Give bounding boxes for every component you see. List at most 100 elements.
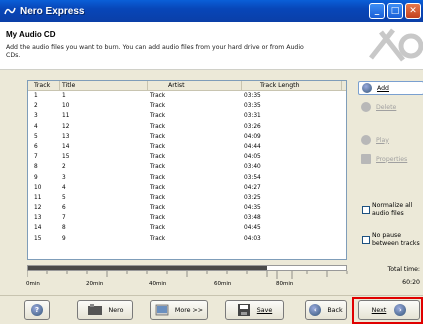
back-button[interactable]: ‹ Back xyxy=(305,300,347,320)
page-header: My Audio CD Add the audio files you want… xyxy=(0,22,423,70)
back-label: Back xyxy=(327,306,343,314)
cell-title: 9 xyxy=(62,235,66,242)
cell-artist: Track xyxy=(150,205,166,212)
cell-length: 03:25 xyxy=(244,194,261,201)
table-row[interactable]: 11 5 Track 03:25 xyxy=(28,193,346,203)
table-row[interactable]: 6 14 Track 04:44 xyxy=(28,142,346,152)
delete-icon xyxy=(361,102,371,112)
cell-title: 10 xyxy=(62,103,70,110)
help-icon: ? xyxy=(31,304,43,316)
cell-length: 04:09 xyxy=(244,133,261,140)
no-pause-checkbox[interactable]: No pause between tracks xyxy=(362,232,423,247)
column-track[interactable]: Track xyxy=(28,81,60,90)
cell-artist: Track xyxy=(150,154,166,161)
cell-artist: Track xyxy=(150,123,166,130)
cell-length: 03:40 xyxy=(244,164,261,171)
cell-track: 15 xyxy=(34,235,42,242)
cell-length: 04:03 xyxy=(244,235,261,242)
cell-length: 04:05 xyxy=(244,154,261,161)
cell-artist: Track xyxy=(150,215,166,222)
minimize-button[interactable]: _ xyxy=(369,3,385,19)
nero-logo-icon xyxy=(369,28,423,62)
cell-artist: Track xyxy=(150,194,166,201)
cell-artist: Track xyxy=(150,225,166,232)
cell-artist: Track xyxy=(150,174,166,181)
cell-track: 7 xyxy=(34,154,38,161)
more-button[interactable]: More >> xyxy=(150,300,208,320)
capacity-fill xyxy=(28,266,267,270)
track-list[interactable]: Track Title Artist Track Length 1 1 Track 0… xyxy=(27,80,347,260)
table-row[interactable]: 15 9 Track 04:03 xyxy=(28,234,346,244)
save-label: Save xyxy=(256,306,273,314)
nero-button[interactable]: Nero xyxy=(77,300,133,320)
cell-title: 3 xyxy=(62,174,66,181)
side-button-panel: Add Delete Play Properties xyxy=(358,81,423,171)
cell-title: 13 xyxy=(62,133,70,140)
cell-length: 03:26 xyxy=(244,123,261,130)
timeline-label-20: 20min xyxy=(86,281,104,287)
table-row[interactable]: 1 1 Track 03:35 xyxy=(28,91,346,101)
cell-track: 6 xyxy=(34,143,38,150)
no-pause-checkbox-box[interactable] xyxy=(362,236,370,244)
cell-track: 13 xyxy=(34,215,42,222)
add-button[interactable]: Add xyxy=(358,81,423,95)
column-artist[interactable]: Artist xyxy=(148,81,242,90)
table-row[interactable]: 14 8 Track 04:45 xyxy=(28,223,346,233)
normalize-label: Normalize all audio files xyxy=(372,202,413,217)
table-row[interactable]: 4 12 Track 03:26 xyxy=(28,122,346,132)
track-list-header: Track Title Artist Track Length xyxy=(28,81,346,91)
cell-length: 03:31 xyxy=(244,113,261,120)
cell-title: 2 xyxy=(62,164,66,171)
table-row[interactable]: 12 6 Track 04:35 xyxy=(28,203,346,213)
more-icon xyxy=(155,304,169,316)
help-button[interactable]: ? xyxy=(24,300,50,320)
column-title[interactable]: Title xyxy=(60,81,148,90)
table-row[interactable]: 5 13 Track 04:09 xyxy=(28,132,346,142)
nero-icon xyxy=(87,304,102,315)
cell-artist: Track xyxy=(150,143,166,150)
table-row[interactable]: 9 3 Track 03:54 xyxy=(28,173,346,183)
close-button[interactable]: ✕ xyxy=(405,3,421,19)
cell-artist: Track xyxy=(150,103,166,110)
save-button[interactable]: Save xyxy=(225,300,284,320)
cell-track: 9 xyxy=(34,174,38,181)
window-title: Nero Express xyxy=(20,5,85,17)
table-row[interactable]: 8 2 Track 03:40 xyxy=(28,162,346,172)
table-row[interactable]: 3 11 Track 03:31 xyxy=(28,111,346,121)
next-button-highlight xyxy=(352,297,423,324)
cell-length: 03:35 xyxy=(244,93,261,99)
table-row[interactable]: 7 15 Track 04:05 xyxy=(28,152,346,162)
delete-button[interactable]: Delete xyxy=(358,100,423,114)
cell-artist: Track xyxy=(150,93,166,99)
column-track-length[interactable]: Track Length xyxy=(242,81,342,90)
normalize-checkbox-box[interactable] xyxy=(362,206,370,214)
timeline-label-80: 80min xyxy=(276,281,294,287)
track-rows: 1 1 Track 03:35 2 10 Track 03:35 3 11 Track 03:31… xyxy=(28,91,346,244)
page-title: My Audio CD xyxy=(6,30,56,39)
save-icon xyxy=(237,304,250,316)
cell-track: 3 xyxy=(34,113,38,120)
table-row[interactable]: 13 7 Track 03:48 xyxy=(28,213,346,223)
normalize-checkbox[interactable]: Normalize all audio files xyxy=(362,202,422,217)
cell-length: 04:45 xyxy=(244,225,261,232)
cell-artist: Track xyxy=(150,184,166,191)
cell-length: 03:35 xyxy=(244,103,261,110)
cell-length: 03:54 xyxy=(244,174,261,181)
timeline-label-0: 0min xyxy=(26,281,40,287)
cell-artist: Track xyxy=(150,235,166,242)
timeline-label-40: 40min xyxy=(149,281,167,287)
table-row[interactable]: 10 4 Track 04:27 xyxy=(28,183,346,193)
maximize-button[interactable]: □ xyxy=(387,3,403,19)
cell-track: 11 xyxy=(34,194,42,201)
timeline-label-60: 60min xyxy=(214,281,232,287)
cell-length: 03:48 xyxy=(244,215,261,222)
nero-label: Nero xyxy=(108,306,124,314)
properties-label: Properties xyxy=(376,155,408,163)
properties-button[interactable]: Properties xyxy=(358,152,423,166)
cell-track: 5 xyxy=(34,133,38,140)
play-button[interactable]: Play xyxy=(358,133,423,147)
table-row[interactable]: 2 10 Track 03:35 xyxy=(28,101,346,111)
properties-icon xyxy=(361,154,371,164)
cell-title: 8 xyxy=(62,225,66,232)
play-icon xyxy=(361,135,371,145)
